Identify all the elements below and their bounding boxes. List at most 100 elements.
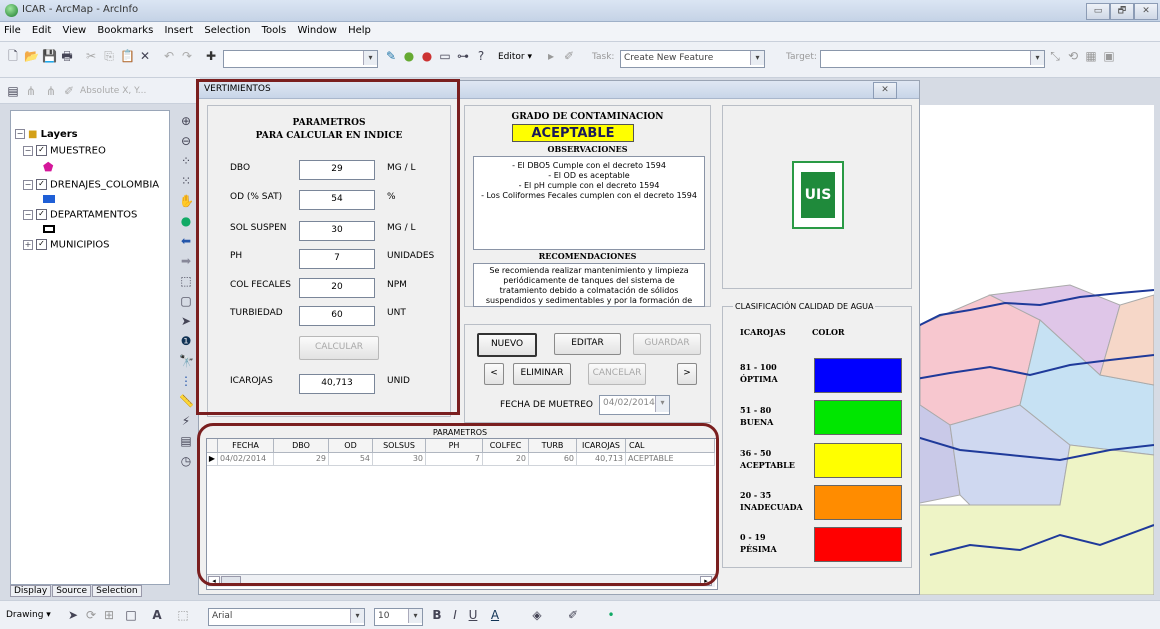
add-data-icon[interactable]: ✚ bbox=[204, 49, 218, 63]
sketch-tool-icon[interactable]: ✐ bbox=[562, 49, 576, 63]
fixed-zoom-out-icon[interactable]: ⁙ bbox=[179, 174, 193, 188]
network-icon[interactable]: ⋔ bbox=[44, 84, 58, 98]
paste-icon[interactable]: 📋 bbox=[120, 49, 135, 63]
drawing-menu[interactable]: Drawing ▾ bbox=[6, 610, 51, 620]
find-icon[interactable]: 🔭 bbox=[179, 354, 194, 368]
menu-tools[interactable]: Tools bbox=[258, 22, 291, 39]
delete-icon[interactable]: ✕ bbox=[138, 49, 152, 63]
close-button[interactable]: ✕ bbox=[1134, 3, 1158, 20]
rotate-icon[interactable]: ⟲ bbox=[1066, 49, 1080, 63]
tab-source[interactable]: Source bbox=[52, 585, 92, 597]
fill-color-icon[interactable]: ◈ bbox=[530, 608, 544, 622]
target-combo[interactable]: ▾ bbox=[820, 50, 1045, 68]
layer-item-drenajes[interactable]: − ✓ DRENAJES_COLOMBIA bbox=[23, 179, 159, 191]
html-popup-icon[interactable]: ▤ bbox=[179, 434, 193, 448]
layout-view-icon[interactable]: ▤ bbox=[6, 84, 20, 98]
recomendaciones-textarea[interactable]: Se recomienda realizar mantenimiento y l… bbox=[473, 263, 705, 307]
layer-item-municipios[interactable]: + ✓ MUNICIPIOS bbox=[23, 239, 110, 251]
bold-icon[interactable]: B bbox=[430, 608, 444, 622]
collapse-icon[interactable]: − bbox=[23, 145, 33, 156]
layers-root-label[interactable]: Layers bbox=[41, 129, 78, 140]
menu-insert[interactable]: Insert bbox=[160, 22, 197, 39]
pencil-icon[interactable]: ✐ bbox=[62, 84, 76, 98]
sketch-properties-icon[interactable]: ▣ bbox=[1102, 49, 1116, 63]
tab-display[interactable]: Display bbox=[10, 585, 52, 597]
minimize-button[interactable]: ▭ bbox=[1086, 3, 1110, 20]
undo-icon[interactable]: ↶ bbox=[162, 49, 176, 63]
layer-checkbox[interactable]: ✓ bbox=[36, 239, 47, 250]
table-icon[interactable]: ▦ bbox=[1084, 49, 1098, 63]
menu-bookmarks[interactable]: Bookmarks bbox=[93, 22, 157, 39]
select-elements-icon[interactable]: ➤ bbox=[66, 608, 80, 622]
layer-checkbox[interactable]: ✓ bbox=[36, 145, 47, 156]
observaciones-textarea[interactable]: - El DBO5 Cumple con el decreto 1594 - E… bbox=[473, 156, 705, 250]
eliminar-button[interactable]: ELIMINAR bbox=[513, 363, 571, 385]
expand-icon[interactable]: + bbox=[23, 239, 33, 250]
map-view[interactable] bbox=[909, 105, 1155, 596]
guardar-button[interactable]: GUARDAR bbox=[633, 333, 701, 355]
pan-icon[interactable]: ✋ bbox=[179, 194, 194, 208]
tab-selection[interactable]: Selection bbox=[92, 585, 142, 597]
editor-toolbar-icon[interactable]: ✎ bbox=[384, 49, 398, 63]
marker-color-icon[interactable]: • bbox=[604, 608, 618, 622]
identify-icon[interactable]: ❶ bbox=[179, 334, 193, 348]
cut-icon[interactable]: ✂ bbox=[84, 49, 98, 63]
new-text-icon[interactable]: A bbox=[150, 608, 164, 622]
cancelar-button[interactable]: CANCELAR bbox=[588, 363, 646, 385]
window-icon[interactable]: ▭ bbox=[438, 49, 452, 63]
layer-checkbox[interactable]: ✓ bbox=[36, 209, 47, 220]
layer-item-departamentos[interactable]: − ✓ DEPARTAMENTOS bbox=[23, 209, 137, 221]
command-line-icon[interactable]: ● bbox=[420, 49, 434, 63]
collapse-icon[interactable]: − bbox=[23, 179, 33, 190]
select-features-icon[interactable]: ⬚ bbox=[179, 274, 193, 288]
edit-vertices-icon[interactable]: ⬚ bbox=[176, 608, 190, 622]
dialog-close-button[interactable]: ✕ bbox=[873, 82, 897, 99]
line-color-icon[interactable]: ✐ bbox=[566, 608, 580, 622]
nuevo-button[interactable]: NUEVO bbox=[477, 333, 537, 357]
menu-window[interactable]: Window bbox=[293, 22, 340, 39]
editor-menu[interactable]: Editor ▾ bbox=[498, 52, 532, 62]
open-folder-icon[interactable]: 📂 bbox=[24, 49, 39, 63]
clear-selection-icon[interactable]: ▢ bbox=[179, 294, 193, 308]
menu-file[interactable]: File bbox=[0, 22, 25, 39]
go-to-xy-icon[interactable]: ⋮ bbox=[179, 374, 193, 388]
new-document-icon[interactable]: 🗋 bbox=[6, 49, 20, 63]
hyperlink-icon[interactable]: ⚡ bbox=[179, 414, 193, 428]
forward-extent-icon[interactable]: ➡ bbox=[179, 254, 193, 268]
restore-button[interactable]: 🗗 bbox=[1110, 3, 1134, 20]
rectangle-icon[interactable]: □ bbox=[124, 608, 138, 622]
italic-icon[interactable]: I bbox=[448, 608, 462, 622]
menu-help[interactable]: Help bbox=[344, 22, 375, 39]
editar-button[interactable]: EDITAR bbox=[554, 333, 621, 355]
zoom-in-icon[interactable]: ⊕ bbox=[179, 114, 193, 128]
edit-tool-icon[interactable]: ▸ bbox=[544, 49, 558, 63]
fixed-zoom-in-icon[interactable]: ⁘ bbox=[179, 154, 193, 168]
zoom-out-icon[interactable]: ⊖ bbox=[179, 134, 193, 148]
layer-item-muestreo[interactable]: − ✓ MUESTREO bbox=[23, 145, 106, 157]
expand-layers-icon[interactable]: − bbox=[15, 129, 25, 139]
redo-icon[interactable]: ↷ bbox=[180, 49, 194, 63]
select-elements-icon[interactable]: ➤ bbox=[179, 314, 193, 328]
menu-edit[interactable]: Edit bbox=[28, 22, 55, 39]
rotate-icon[interactable]: ⟳ bbox=[84, 608, 98, 622]
attributes-icon[interactable]: ⤡ bbox=[1048, 49, 1062, 63]
fecha-date-picker[interactable]: 04/02/2014 ▾ bbox=[599, 395, 670, 415]
zoom-whole-page-icon[interactable]: ⊞ bbox=[102, 608, 116, 622]
menu-view[interactable]: View bbox=[58, 22, 90, 39]
font-size-combo[interactable]: 10 ▾ bbox=[374, 608, 423, 626]
scale-combo[interactable]: ▾ bbox=[223, 50, 378, 68]
back-extent-icon[interactable]: ⬅ bbox=[179, 234, 193, 248]
copy-icon[interactable]: ⎘ bbox=[102, 49, 116, 63]
print-icon[interactable]: 🖶 bbox=[60, 49, 74, 63]
arctoolbox-icon[interactable]: ● bbox=[402, 49, 416, 63]
absolute-xy-label[interactable]: Absolute X, Y... bbox=[80, 86, 146, 96]
topology-icon[interactable]: ⋔ bbox=[24, 84, 38, 98]
collapse-icon[interactable]: − bbox=[23, 209, 33, 220]
menu-selection[interactable]: Selection bbox=[200, 22, 254, 39]
next-record-button[interactable]: > bbox=[677, 363, 697, 385]
font-color-icon[interactable]: A bbox=[488, 608, 502, 622]
measure-icon[interactable]: 📏 bbox=[179, 394, 194, 408]
full-extent-icon[interactable]: ● bbox=[179, 214, 193, 228]
whats-this-icon[interactable]: ? bbox=[474, 49, 488, 63]
time-slider-icon[interactable]: ◷ bbox=[179, 454, 193, 468]
